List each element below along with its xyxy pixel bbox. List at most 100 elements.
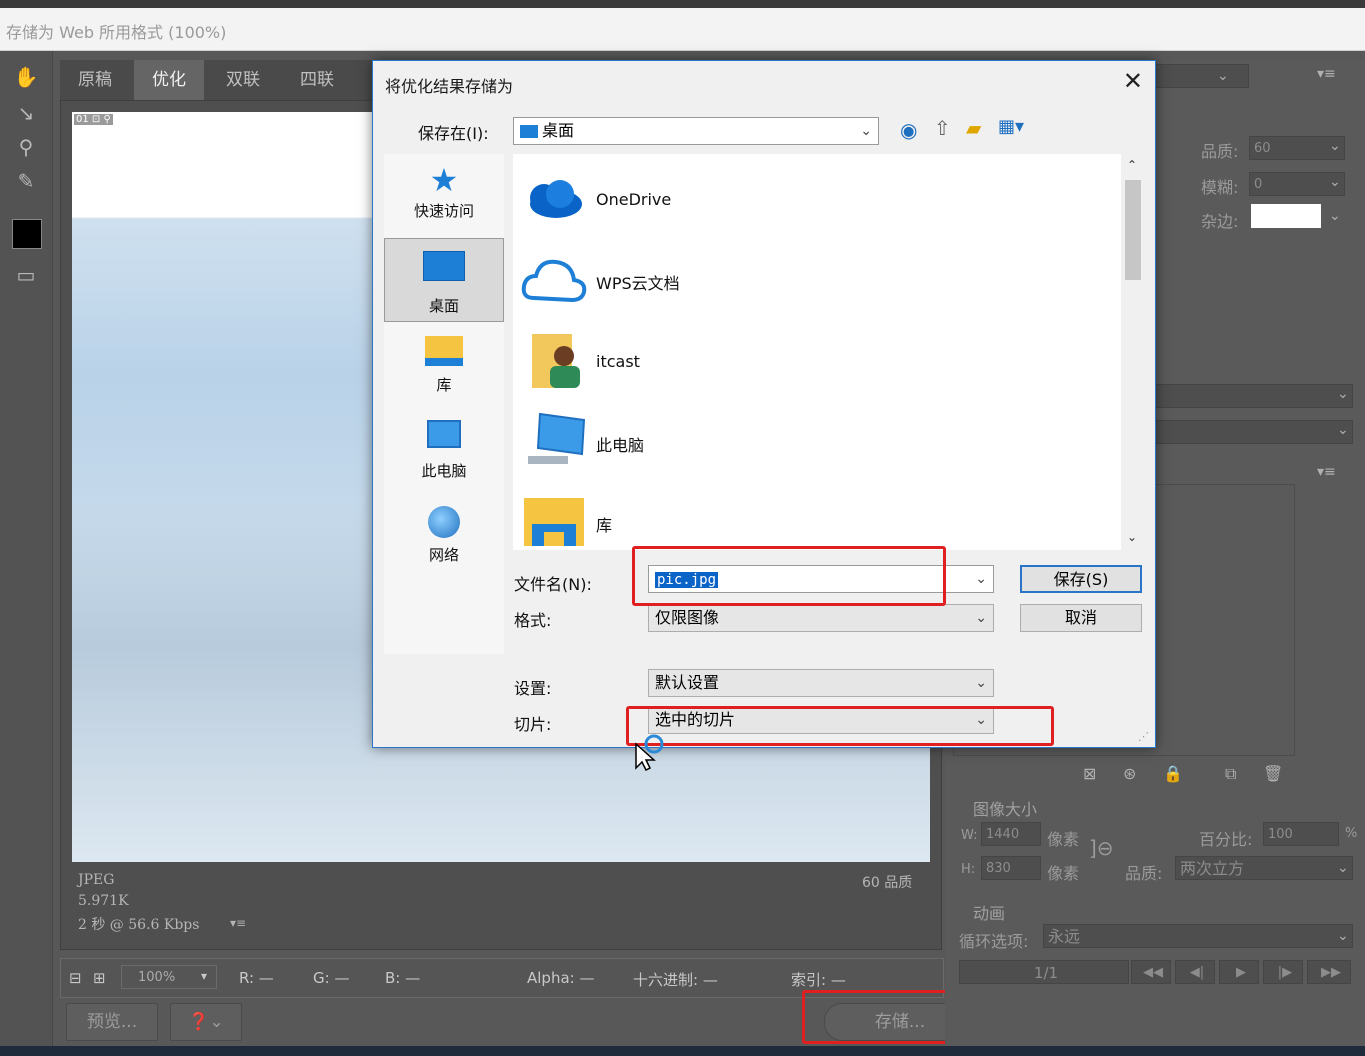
- up-folder-icon[interactable]: ⇧: [934, 116, 951, 140]
- prev-frame-icon[interactable]: ◀|: [1175, 960, 1215, 984]
- file-item-this-pc[interactable]: 此电脑: [596, 432, 644, 456]
- settings-value: 默认设置: [655, 673, 720, 692]
- trash-icon[interactable]: 🗑: [1263, 764, 1283, 783]
- height-label: H:: [961, 862, 976, 877]
- loop-select[interactable]: 永远: [1043, 924, 1353, 948]
- tab-2up[interactable]: 双联: [208, 60, 278, 100]
- panel-menu-icon[interactable]: ▾≡: [1317, 66, 1336, 82]
- close-icon[interactable]: ✕: [1123, 67, 1143, 95]
- view-menu-icon[interactable]: ▦▾: [998, 116, 1024, 137]
- user-folder-icon: [532, 334, 580, 388]
- slice-marker: 01 ⊡ ⚲: [74, 114, 113, 125]
- chevron-down-icon: ⌄: [860, 123, 872, 139]
- eyedropper-color-swatch[interactable]: [12, 219, 42, 249]
- zoom-out-icon[interactable]: ⊟: [69, 969, 82, 987]
- slice-select-tool-icon[interactable]: ↘: [12, 99, 40, 127]
- toggle-slices-icon[interactable]: ▭: [12, 261, 40, 289]
- zoom-in-icon[interactable]: ⊞: [93, 969, 106, 987]
- resample-select[interactable]: 两次立方: [1175, 856, 1353, 880]
- color-table-menu-icon[interactable]: ▾≡: [1317, 464, 1336, 480]
- nav-this-pc[interactable]: 此电脑: [384, 420, 504, 490]
- library-icon: [524, 498, 584, 546]
- globe-icon: [428, 506, 460, 538]
- web-shift-icon[interactable]: ⊛: [1123, 764, 1136, 783]
- back-icon[interactable]: ◉: [900, 118, 917, 142]
- nav-quick-access[interactable]: ★ 快速访问: [384, 160, 504, 236]
- new-folder-icon[interactable]: ▰: [966, 116, 981, 140]
- tab-optimized[interactable]: 优化: [134, 60, 204, 100]
- file-item-itcast[interactable]: itcast: [596, 352, 640, 371]
- cloud-icon: [521, 259, 587, 303]
- dialog-cancel-button[interactable]: 取消: [1020, 604, 1142, 632]
- scroll-up-icon[interactable]: ⌃: [1127, 158, 1137, 172]
- desktop-icon: [423, 251, 465, 281]
- window-titlebar: 存储为 Web 所用格式 (100%): [0, 8, 1365, 51]
- nav-network[interactable]: 网络: [384, 506, 504, 576]
- chevron-down-icon: ⌄: [1337, 928, 1349, 944]
- percent-input[interactable]: 100: [1263, 822, 1339, 846]
- settings-label: 设置:: [514, 679, 552, 698]
- eyedropper-tool-icon[interactable]: ✎: [12, 167, 40, 195]
- blur-label: 模糊:: [1201, 178, 1239, 197]
- quality-label: 品质:: [1201, 142, 1239, 161]
- download-menu-icon[interactable]: ▾≡: [230, 916, 246, 930]
- image-format: JPEG: [78, 872, 115, 888]
- hex-readout: 十六进制: —: [633, 971, 718, 989]
- file-item-library[interactable]: 库: [596, 512, 612, 536]
- scrollbar-thumb[interactable]: [1125, 180, 1141, 280]
- chevron-down-icon: ⌄: [975, 675, 987, 691]
- save-in-select[interactable]: 桌面 ⌄: [513, 117, 879, 145]
- highlight-filename: [632, 546, 946, 606]
- nav-library[interactable]: 库: [384, 336, 504, 402]
- resize-grip-icon[interactable]: ⋰: [1138, 730, 1149, 743]
- onedrive-icon: [530, 180, 582, 218]
- red-readout: R: —: [239, 969, 274, 987]
- dialog-title: 将优化结果存储为: [385, 77, 514, 96]
- scroll-down-icon[interactable]: ⌄: [1127, 530, 1137, 544]
- color-profile-select[interactable]: [1153, 384, 1353, 408]
- resample-label: 品质:: [1125, 864, 1163, 883]
- desktop-icon: [520, 125, 538, 138]
- settings-select[interactable]: 默认设置 ⌄: [648, 669, 994, 697]
- chevron-down-icon[interactable]: ▾: [201, 969, 207, 983]
- tab-original[interactable]: 原稿: [60, 60, 130, 100]
- height-input[interactable]: 830: [981, 856, 1041, 880]
- download-time: 2 秒 @ 56.6 Kbps: [78, 917, 200, 933]
- next-frame-icon[interactable]: |▶: [1263, 960, 1303, 984]
- zoom-tool-icon[interactable]: ⚲: [12, 133, 40, 161]
- save-in-value: 桌面: [542, 121, 575, 140]
- tab-4up[interactable]: 四联: [282, 60, 352, 100]
- browser-preview-button[interactable]: ❓⌄: [170, 1003, 242, 1041]
- star-icon: ★: [429, 161, 459, 199]
- width-input[interactable]: 1440: [981, 822, 1041, 846]
- play-icon[interactable]: ▶: [1219, 960, 1259, 984]
- preset-select[interactable]: [1153, 64, 1249, 88]
- window-title: 存储为 Web 所用格式 (100%): [6, 23, 227, 42]
- new-color-icon[interactable]: ⧉: [1225, 764, 1236, 784]
- first-frame-icon[interactable]: ◀◀: [1131, 960, 1171, 984]
- matte-color-swatch[interactable]: [1251, 204, 1321, 228]
- hand-tool-icon[interactable]: ✋: [12, 63, 40, 91]
- image-size-title: 图像大小: [973, 800, 1038, 819]
- metadata-select[interactable]: [1153, 420, 1353, 444]
- mouse-cursor-icon: [635, 734, 664, 772]
- file-item-onedrive[interactable]: OneDrive: [596, 190, 671, 209]
- last-frame-icon[interactable]: ▶▶: [1307, 960, 1351, 984]
- blue-readout: B: —: [385, 969, 421, 987]
- chevron-down-icon: ⌄: [1337, 386, 1349, 402]
- format-select[interactable]: 仅限图像 ⌄: [648, 604, 994, 632]
- tool-sidebar: ✋ ↘ ⚲ ✎ ▭: [0, 51, 53, 1046]
- preview-button[interactable]: 预览...: [66, 1003, 158, 1041]
- map-color-icon[interactable]: ⊠: [1083, 764, 1096, 783]
- nav-desktop-label: 桌面: [428, 297, 459, 315]
- dialog-save-button[interactable]: 保存(S): [1020, 565, 1142, 593]
- save-in-label: 保存在(I):: [418, 124, 489, 143]
- constrain-link-icon[interactable]: ]⊖: [1089, 836, 1114, 860]
- slices-label: 切片:: [514, 715, 552, 734]
- lock-icon[interactable]: 🔒: [1163, 764, 1183, 783]
- file-item-wps-cloud[interactable]: WPS云文档: [596, 270, 680, 294]
- alpha-readout: Alpha: —: [527, 969, 595, 987]
- nav-desktop[interactable]: 桌面: [384, 238, 504, 322]
- library-icon: [425, 336, 463, 366]
- computer-icon: [528, 412, 586, 464]
